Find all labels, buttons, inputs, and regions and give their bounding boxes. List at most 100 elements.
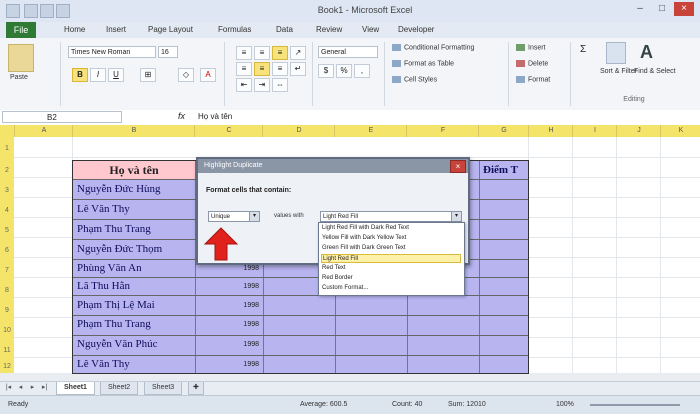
number-format-select[interactable]: General <box>318 46 378 58</box>
close-button[interactable]: × <box>674 2 694 16</box>
tab-insert[interactable]: Insert <box>106 25 126 34</box>
borders-icon[interactable]: ⊞ <box>140 68 156 82</box>
sort-filter-label[interactable]: Sort & Filter <box>600 68 637 75</box>
format-cells-button[interactable]: Format <box>516 76 550 83</box>
delete-cells-button[interactable]: Delete <box>516 60 548 67</box>
align-middle-icon[interactable]: ≡ <box>254 46 270 60</box>
tab-review[interactable]: Review <box>316 25 342 34</box>
dropdown-option[interactable]: Light Red Fill with Dark Red Text <box>321 224 461 233</box>
underline-button[interactable]: U <box>108 68 124 82</box>
name-box[interactable]: B2 <box>2 111 122 123</box>
formula-input[interactable]: Họ và tên <box>198 112 232 121</box>
cell-year[interactable]: 1998 <box>223 265 259 272</box>
header-diem[interactable]: Điểm T <box>481 161 527 179</box>
font-name-select[interactable]: Times New Roman <box>68 46 156 58</box>
col-header-a[interactable]: A <box>14 125 73 137</box>
minimize-button[interactable]: – <box>630 2 650 16</box>
align-left-icon[interactable]: ≡ <box>236 62 252 76</box>
fx-icon[interactable]: fx <box>178 111 185 121</box>
find-select-label[interactable]: Find & Select <box>634 68 676 75</box>
align-right-icon[interactable]: ≡ <box>272 62 288 76</box>
row-header[interactable]: 9 <box>0 307 14 314</box>
dialog-close-icon[interactable]: × <box>450 160 466 173</box>
next-sheet-icon[interactable]: ▸ <box>28 383 37 393</box>
cell-year[interactable]: 1998 <box>223 321 259 328</box>
decrease-indent-icon[interactable]: ⇤ <box>236 78 252 92</box>
cell-name[interactable]: Nguyễn Đức Hùng <box>77 183 161 195</box>
prev-sheet-icon[interactable]: ◂ <box>16 383 25 393</box>
row-header[interactable]: 12 <box>0 363 14 370</box>
cell-name[interactable]: Phạm Thị Lệ Mai <box>77 299 155 311</box>
currency-icon[interactable]: $ <box>318 64 334 78</box>
dropdown-option[interactable]: Yellow Fill with Dark Yellow Text <box>321 234 461 243</box>
cell-name[interactable]: Lê Văn Thy <box>77 203 130 215</box>
zoom-slider[interactable] <box>590 404 680 406</box>
dropdown-option[interactable]: Custom Format... <box>321 284 461 293</box>
col-header-g[interactable]: G <box>478 125 529 137</box>
col-header-f[interactable]: F <box>406 125 479 137</box>
row-header[interactable]: 4 <box>0 207 14 214</box>
sort-filter-icon[interactable] <box>606 42 626 64</box>
format-style-select[interactable]: Light Red Fill ▾ <box>320 211 462 222</box>
duplicate-type-select[interactable]: Unique ▾ <box>208 211 260 222</box>
bold-button[interactable]: B <box>72 68 88 82</box>
col-header-b[interactable]: B <box>72 125 195 137</box>
align-center-icon[interactable]: ≡ <box>254 62 270 76</box>
new-sheet-icon[interactable]: ✚ <box>188 382 204 395</box>
italic-button[interactable]: I <box>90 68 106 82</box>
dropdown-option[interactable]: Red Text <box>321 264 461 273</box>
align-top-icon[interactable]: ≡ <box>236 46 252 60</box>
sheet-tab[interactable]: Sheet2 <box>100 382 139 395</box>
orientation-icon[interactable]: ↗ <box>290 46 306 60</box>
cell-year[interactable]: 1998 <box>223 361 259 368</box>
row-header[interactable]: 3 <box>0 187 14 194</box>
cell-name[interactable]: Lã Thu Hằn <box>77 280 130 292</box>
tab-view[interactable]: View <box>362 25 379 34</box>
sheet-tab[interactable]: Sheet1 <box>56 382 95 395</box>
wrap-text-icon[interactable]: ↵ <box>290 62 306 76</box>
insert-cells-button[interactable]: Insert <box>516 44 546 51</box>
cell-name[interactable]: Lê Văn Thy <box>77 358 130 370</box>
cell-name[interactable]: Nguyễn Đức Thọm <box>77 243 162 255</box>
tab-home[interactable]: Home <box>64 25 85 34</box>
cell-year[interactable]: 1998 <box>223 341 259 348</box>
col-header-d[interactable]: D <box>262 125 335 137</box>
format-as-table-button[interactable]: Format as Table <box>392 60 454 67</box>
save-icon[interactable] <box>24 4 38 18</box>
dropdown-option[interactable]: Red Border <box>321 274 461 283</box>
last-sheet-icon[interactable]: ▸| <box>40 383 49 393</box>
paste-icon[interactable] <box>8 44 34 72</box>
percent-icon[interactable]: % <box>336 64 352 78</box>
increase-indent-icon[interactable]: ⇥ <box>254 78 270 92</box>
row-header[interactable]: 11 <box>0 347 14 354</box>
tab-formulas[interactable]: Formulas <box>218 25 251 34</box>
row-header[interactable]: 6 <box>0 247 14 254</box>
dropdown-option[interactable]: Green Fill with Dark Green Text <box>321 244 461 253</box>
paste-label[interactable]: Paste <box>10 74 28 81</box>
tab-developer[interactable]: Developer <box>398 25 434 34</box>
row-header[interactable]: 2 <box>0 167 14 174</box>
cell-year[interactable]: 1998 <box>223 302 259 309</box>
row-header[interactable]: 1 <box>0 145 14 152</box>
autosum-icon[interactable]: Σ <box>580 44 586 55</box>
row-header[interactable]: 8 <box>0 287 14 294</box>
cell-name[interactable]: Phùng Văn An <box>77 262 142 274</box>
row-header[interactable]: 10 <box>0 327 14 334</box>
first-sheet-icon[interactable]: |◂ <box>4 383 13 393</box>
col-header-c[interactable]: C <box>194 125 263 137</box>
cell-name[interactable]: Nguyễn Văn Phúc <box>77 338 157 350</box>
conditional-formatting-button[interactable]: Conditional Formatting <box>392 44 474 51</box>
tab-file[interactable]: File <box>6 22 36 38</box>
font-size-select[interactable]: 16 <box>158 46 178 58</box>
col-header-h[interactable]: H <box>528 125 573 137</box>
header-ho-va-ten[interactable]: Họ và tên <box>73 161 195 179</box>
maximize-button[interactable]: □ <box>652 2 672 16</box>
tab-data[interactable]: Data <box>276 25 293 34</box>
redo-icon[interactable] <box>56 4 70 18</box>
col-header-k[interactable]: K <box>660 125 700 137</box>
comma-icon[interactable]: , <box>354 64 370 78</box>
find-select-icon[interactable]: A <box>640 42 653 63</box>
fill-color-icon[interactable]: ◇ <box>178 68 194 82</box>
format-style-dropdown[interactable]: Light Red Fill with Dark Red Text Yellow… <box>318 222 465 296</box>
col-header-j[interactable]: J <box>616 125 661 137</box>
